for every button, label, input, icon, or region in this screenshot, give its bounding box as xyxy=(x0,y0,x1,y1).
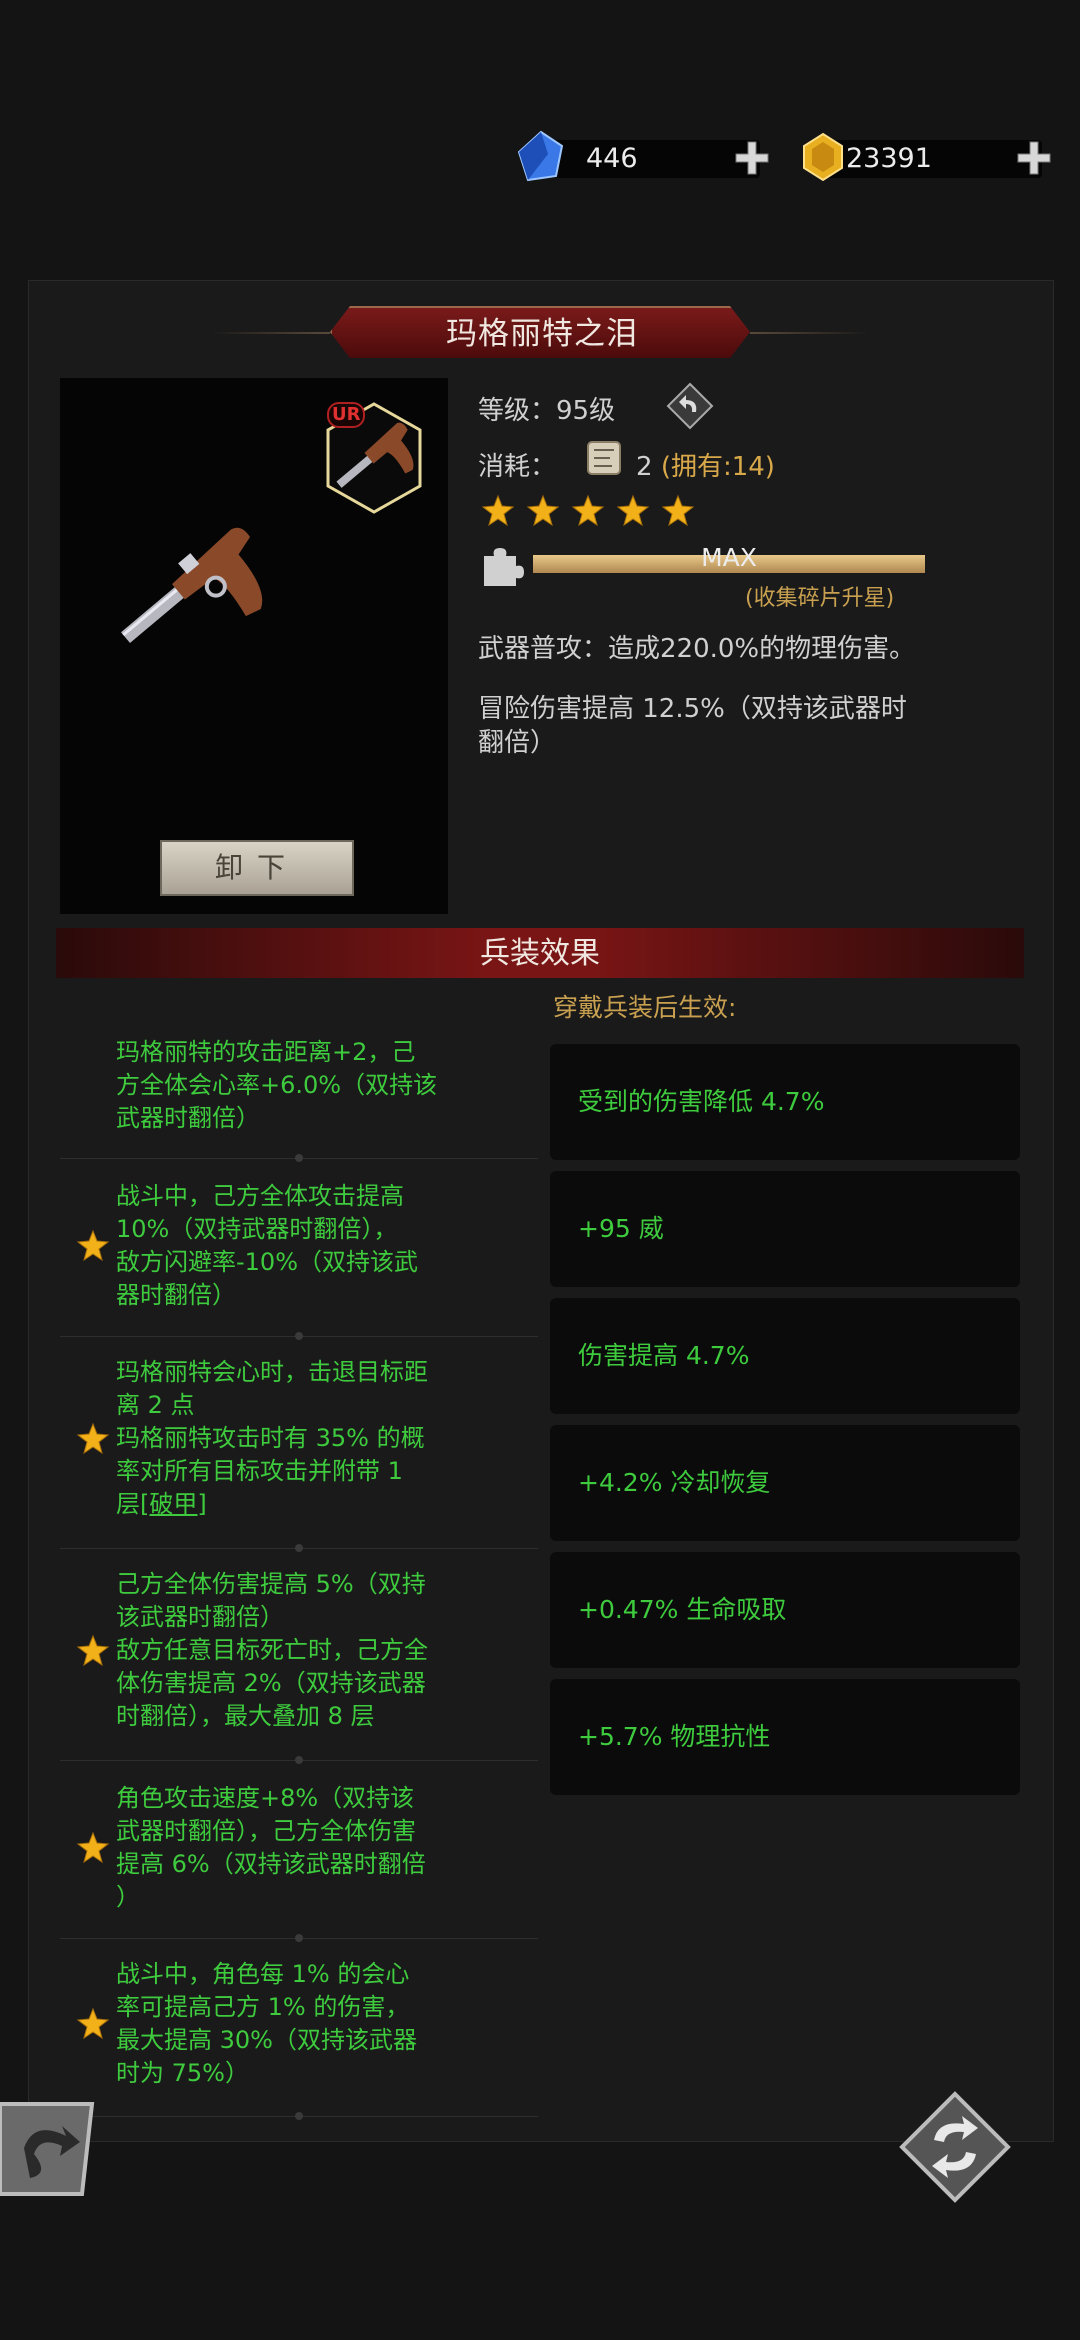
stat-text: 伤害提高 4.7% xyxy=(578,1341,750,1370)
cost-amount: 2 (拥有:14) xyxy=(636,446,775,483)
effect-line: 层[破甲] xyxy=(116,1490,207,1518)
effect-line: 己方全体伤害提高 5%（双持 xyxy=(116,1570,426,1598)
gem-amount: 446 xyxy=(586,143,638,174)
divider-dot xyxy=(295,1332,303,1340)
scroll-icon xyxy=(587,441,621,475)
gem-counter: 446 xyxy=(540,140,769,178)
effect-line: 角色攻击速度+8%（双持该 xyxy=(116,1784,415,1812)
back-button[interactable] xyxy=(0,2098,100,2198)
effect-text: 战斗中，己方全体攻击提高 10%（双持武器时翻倍）， 敌方闪避率-10%（双持该武器… xyxy=(116,1180,536,1312)
add-gold-icon[interactable] xyxy=(1014,138,1054,178)
effect-star-icon xyxy=(76,1229,110,1262)
stat-text: +0.47% 生命吸取 xyxy=(578,1595,787,1624)
effect-line: 率可提高己方 1% 的伤害， xyxy=(116,1993,410,2021)
gold-icon xyxy=(803,132,843,182)
effect-line: 离 2 点 xyxy=(116,1391,195,1419)
effect-text: 玛格丽特会心时，击退目标距离 2 点玛格丽特攻击时有 35% 的概 率对所有目标攻… xyxy=(116,1356,536,1521)
stat-text: 受到的伤害降低 4.7% xyxy=(578,1087,825,1116)
effect-line: 率对所有目标攻击并附带 1 xyxy=(116,1457,403,1485)
star-icon xyxy=(526,494,560,527)
effect-line: 玛格丽特攻击时有 35% 的概 xyxy=(116,1424,425,1452)
section-title: 兵装效果 xyxy=(480,936,600,971)
star-icon xyxy=(616,494,650,527)
effect-star-icon xyxy=(76,1831,110,1864)
effect-line: 最大提高 30%（双持该武器 xyxy=(116,2026,417,2054)
effect-line: 方全体会心率+6.0%（双持该 xyxy=(116,1071,438,1099)
swap-button[interactable] xyxy=(898,2090,1012,2204)
divider-dot xyxy=(295,1154,303,1162)
star-icon xyxy=(481,494,515,527)
effect-star-icon xyxy=(76,1634,110,1666)
effect-line: 体伤害提高 2%（双持该武器 xyxy=(116,1669,426,1697)
effect-line: 提高 6%（双持该武器时翻倍 xyxy=(116,1850,426,1878)
star-icon xyxy=(571,494,605,527)
armor-break-link[interactable]: [破甲] xyxy=(140,1490,207,1518)
effect-line: 器时翻倍） xyxy=(116,1281,236,1309)
effect-line: 时为 75%） xyxy=(116,2059,249,2087)
pistol-image xyxy=(121,527,263,643)
effect-line: 敌方闪避率-10%（双持该武 xyxy=(116,1248,419,1276)
stat-card: 伤害提高 4.7% xyxy=(550,1298,1020,1414)
gold-counter: 23391 xyxy=(822,140,1051,178)
reset-icon[interactable] xyxy=(666,382,714,430)
effect-line: 10%（双持武器时翻倍）， xyxy=(116,1215,398,1243)
effect-line: 战斗中，角色每 1% 的会心 xyxy=(116,1960,410,1988)
item-name: 玛格丽特之泪 xyxy=(446,316,638,352)
star-icon xyxy=(661,494,695,527)
adventure-bonus-line2: 翻倍） xyxy=(478,728,557,758)
cost-row: 消耗： xyxy=(478,446,556,483)
title-line-left xyxy=(210,332,330,334)
owned-count: (拥有:14) xyxy=(660,452,775,482)
cost-value: 2 xyxy=(636,452,653,482)
progress-hint: (收集碎片升星) xyxy=(745,586,895,611)
rarity-badge: UR xyxy=(327,402,366,428)
unequip-button[interactable]: 卸下 xyxy=(160,840,354,896)
puzzle-piece-icon xyxy=(484,548,524,586)
gold-amount: 23391 xyxy=(846,143,932,174)
level-value: 95级 xyxy=(556,396,616,426)
adventure-bonus-desc: 冒险伤害提高 12.5%（双持该武器时 翻倍） xyxy=(478,692,907,760)
effect-star-icon xyxy=(76,1422,110,1454)
cost-label: 消耗： xyxy=(478,452,557,482)
stat-card: 受到的伤害降低 4.7% xyxy=(550,1044,1020,1160)
progress-text: MAX xyxy=(701,543,757,572)
adventure-bonus-line1: 冒险伤害提高 12.5%（双持该武器时 xyxy=(478,694,907,724)
stat-text: +95 威 xyxy=(578,1214,664,1243)
effect-line: ） xyxy=(116,1883,140,1911)
after-equip-label: 穿戴兵装后生效: xyxy=(553,993,737,1022)
effect-star-icon xyxy=(76,2007,110,2040)
weapon-attack-desc: 武器普攻：造成220.0%的物理伤害。 xyxy=(478,634,916,664)
stat-text: +4.2% 冷却恢复 xyxy=(578,1468,771,1497)
effect-line: 玛格丽特的攻击距离+2，己 xyxy=(116,1038,416,1066)
effect-text: 战斗中，角色每 1% 的会心 率可提高己方 1% 的伤害， 最大提高 30%（双持该… xyxy=(116,1958,536,2090)
stat-card: +4.2% 冷却恢复 xyxy=(550,1425,1020,1541)
effect-line: 敌方任意目标死亡时，己方全 xyxy=(116,1636,428,1664)
effect-text: 玛格丽特的攻击距离+2，己 方全体会心率+6.0%（双持该 武器时翻倍） xyxy=(116,1036,536,1135)
stat-card: +0.47% 生命吸取 xyxy=(550,1552,1020,1668)
effect-line: 战斗中，己方全体攻击提高 xyxy=(116,1182,404,1210)
effect-line: 武器时翻倍） xyxy=(116,1104,260,1132)
title-line-right xyxy=(750,332,870,334)
effect-line: 武器时翻倍），己方全体伤害 xyxy=(116,1817,416,1845)
stat-card: +95 威 xyxy=(550,1171,1020,1287)
stat-card: +5.7% 物理抗性 xyxy=(550,1679,1020,1795)
effect-line: 时翻倍），最大叠加 8 层 xyxy=(116,1702,375,1730)
add-gems-icon[interactable] xyxy=(732,138,772,178)
effect-line: 该武器时翻倍） xyxy=(116,1603,284,1631)
effect-text: 角色攻击速度+8%（双持该 武器时翻倍），己方全体伤害 提高 6%（双持该武器时翻倍… xyxy=(116,1782,536,1914)
level-label: 等级： xyxy=(478,396,557,426)
divider-dot xyxy=(295,1934,303,1942)
level-row: 等级：95级 xyxy=(478,390,615,427)
effect-text: 己方全体伤害提高 5%（双持 该武器时翻倍） 敌方任意目标死亡时，己方全 体伤害提高 … xyxy=(116,1568,536,1733)
divider-dot xyxy=(295,2112,303,2120)
gem-icon xyxy=(517,130,564,182)
divider-dot xyxy=(295,1756,303,1764)
stat-text: +5.7% 物理抗性 xyxy=(578,1722,771,1751)
effect-line: 玛格丽特会心时，击退目标距 xyxy=(116,1358,428,1386)
divider-dot xyxy=(295,1544,303,1552)
